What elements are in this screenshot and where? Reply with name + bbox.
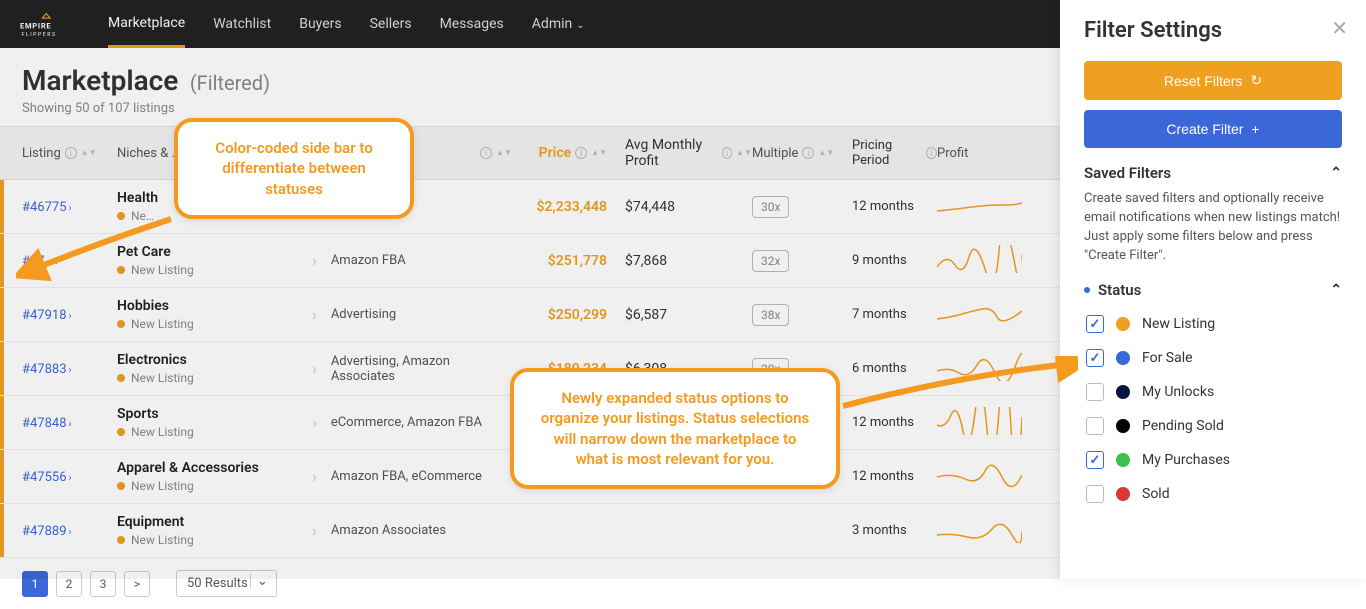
status-label: My Unlocks xyxy=(1142,384,1214,400)
chevron-up-icon: ⌃ xyxy=(1330,165,1342,181)
saved-filters-section[interactable]: Saved Filters ⌃ xyxy=(1084,164,1342,182)
status-label: New Listing xyxy=(1142,316,1215,332)
status-color-icon xyxy=(1116,351,1130,365)
refresh-icon: ↻ xyxy=(1250,72,1262,89)
status-label: For Sale xyxy=(1142,350,1193,366)
status-color-icon xyxy=(1116,453,1130,467)
reset-filters-button[interactable]: Reset Filters ↻ xyxy=(1084,61,1342,100)
status-option[interactable]: For Sale xyxy=(1086,341,1342,375)
status-option[interactable]: Pending Sold xyxy=(1086,409,1342,443)
status-color-icon xyxy=(1116,419,1130,433)
checkbox[interactable] xyxy=(1086,417,1104,435)
plus-icon: + xyxy=(1251,121,1259,137)
close-panel-button[interactable]: ✕ xyxy=(1331,16,1348,40)
checkbox[interactable] xyxy=(1086,485,1104,503)
annotation-arrow-1 xyxy=(16,214,176,284)
status-color-icon xyxy=(1116,385,1130,399)
create-filter-button[interactable]: Create Filter + xyxy=(1084,110,1342,148)
annotation-callout-1: Color-coded side bar to differentiate be… xyxy=(174,118,414,219)
filter-title: Filter Settings xyxy=(1084,18,1342,43)
checkbox[interactable] xyxy=(1086,349,1104,367)
saved-filters-desc: Create saved filters and optionally rece… xyxy=(1084,190,1342,265)
active-indicator-icon xyxy=(1084,287,1090,293)
chevron-up-icon: ⌃ xyxy=(1330,282,1342,298)
status-label: My Purchases xyxy=(1142,452,1230,468)
status-color-icon xyxy=(1116,317,1130,331)
filter-panel: ✕ Filter Settings Reset Filters ↻ Create… xyxy=(1060,0,1366,579)
checkbox[interactable] xyxy=(1086,383,1104,401)
status-color-icon xyxy=(1116,487,1130,501)
status-option[interactable]: New Listing xyxy=(1086,307,1342,341)
status-label: Pending Sold xyxy=(1142,418,1224,434)
checkbox[interactable] xyxy=(1086,315,1104,333)
annotation-arrow-2 xyxy=(838,356,1078,416)
status-label: Sold xyxy=(1142,486,1170,502)
status-option[interactable]: My Purchases xyxy=(1086,443,1342,477)
status-option[interactable]: Sold xyxy=(1086,477,1342,511)
status-section[interactable]: Status ⌃ xyxy=(1084,281,1342,299)
status-option[interactable]: My Unlocks xyxy=(1086,375,1342,409)
annotation-callout-2: Newly expanded status options to organiz… xyxy=(510,368,840,489)
checkbox[interactable] xyxy=(1086,451,1104,469)
